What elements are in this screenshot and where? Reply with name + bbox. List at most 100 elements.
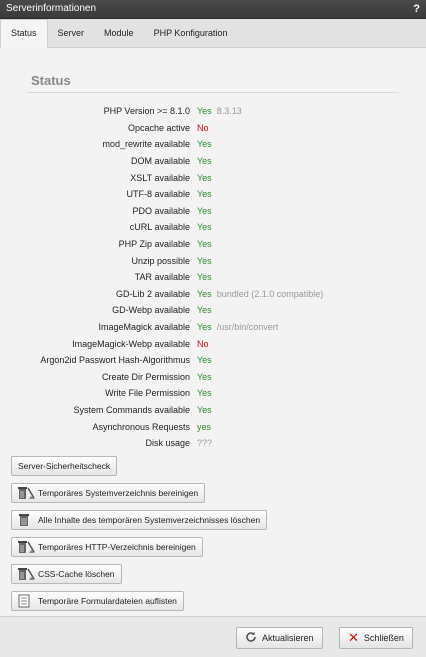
status-value: No bbox=[197, 122, 209, 133]
help-icon[interactable]: ? bbox=[413, 0, 420, 18]
status-panel: Status PHP Version >= 8.1.0 Yes 8.3.13 Opca… bbox=[0, 73, 426, 635]
trash-icon bbox=[18, 513, 34, 527]
status-row: GD-Webp available Yes bbox=[0, 302, 426, 319]
status-label: GD-Webp available bbox=[112, 305, 190, 316]
status-label: TAR available bbox=[134, 272, 190, 283]
status-label: UTF-8 available bbox=[126, 189, 190, 200]
status-label: System Commands available bbox=[73, 404, 190, 415]
status-row: ImageMagick-Webp available No bbox=[0, 335, 426, 352]
status-label: mod_rewrite available bbox=[102, 139, 190, 150]
status-value: Yes bbox=[197, 355, 212, 366]
status-value: Yes bbox=[197, 106, 212, 117]
status-value: ??? bbox=[197, 438, 213, 449]
status-value: Yes bbox=[197, 156, 212, 167]
status-extra: bundled (2.1.0 compatible) bbox=[216, 288, 324, 299]
trash-broom-icon bbox=[18, 540, 35, 554]
status-label: DOM available bbox=[130, 156, 190, 167]
status-value: Yes bbox=[197, 239, 212, 250]
section-title: Status bbox=[27, 73, 399, 93]
tab-php-konfiguration[interactable]: PHP Konfiguration bbox=[144, 20, 238, 47]
status-row: XSLT available Yes bbox=[0, 169, 426, 186]
button-label: Temporäres Systemverzeichnis bereinigen bbox=[38, 488, 199, 499]
status-row: System Commands available Yes bbox=[0, 402, 426, 419]
status-label: GD-Lib 2 available bbox=[115, 288, 190, 299]
status-label: Write File Permission bbox=[105, 388, 190, 399]
status-value: Yes bbox=[197, 371, 212, 382]
status-row: PHP Version >= 8.1.0 Yes 8.3.13 bbox=[0, 103, 426, 120]
status-label: Argon2id Passwort Hash-Algorithmus bbox=[40, 355, 190, 366]
button-label: Alle Inhalte des temporären Systemverzei… bbox=[38, 515, 261, 526]
button-label: Temporäres HTTP-Verzeichnis bereinigen bbox=[38, 542, 196, 553]
tab-server[interactable]: Server bbox=[48, 20, 95, 47]
status-row: DOM available Yes bbox=[0, 153, 426, 170]
status-value: Yes bbox=[197, 172, 212, 183]
clean-temp-system-button[interactable]: Temporäres Systemverzeichnis bereinigen bbox=[11, 483, 206, 504]
tab-module[interactable]: Module bbox=[94, 20, 144, 47]
clean-temp-http-button[interactable]: Temporäres HTTP-Verzeichnis bereinigen bbox=[11, 537, 203, 558]
status-value: Yes bbox=[197, 305, 212, 316]
status-label: PDO available bbox=[132, 205, 190, 216]
status-label: XSLT available bbox=[130, 172, 190, 183]
status-row: Create Dir Permission Yes bbox=[0, 369, 426, 386]
close-icon: ✕ bbox=[348, 630, 359, 645]
status-extra: 8.3.13 bbox=[216, 106, 242, 117]
status-label: Asynchronous Requests bbox=[92, 421, 190, 432]
tab-status[interactable]: Status bbox=[0, 19, 48, 48]
status-value: Yes bbox=[197, 388, 212, 399]
status-label: ImageMagick available bbox=[98, 322, 190, 333]
button-label: Temporäre Formulardateien auflisten bbox=[38, 596, 177, 607]
list-temp-form-files-button[interactable]: Temporäre Formulardateien auflisten bbox=[11, 591, 184, 612]
status-label: Opcache active bbox=[127, 122, 190, 133]
document-list-icon bbox=[18, 594, 34, 608]
status-label: Disk usage bbox=[145, 438, 190, 449]
status-value: Yes bbox=[197, 255, 212, 266]
status-row: Write File Permission Yes bbox=[0, 385, 426, 402]
clear-css-cache-button[interactable]: CSS-Cache löschen bbox=[11, 564, 122, 585]
security-check-button[interactable]: Server-Sicherheitscheck bbox=[11, 456, 118, 477]
status-value: No bbox=[197, 338, 209, 349]
titlebar: Serverinformationen ? bbox=[0, 0, 426, 19]
close-label: Schließen bbox=[363, 633, 404, 643]
status-row: PHP Zip available Yes bbox=[0, 236, 426, 253]
refresh-button[interactable]: Aktualisieren bbox=[236, 627, 323, 649]
status-value: Yes bbox=[197, 205, 212, 216]
status-value: Yes bbox=[197, 139, 212, 150]
trash-broom-icon bbox=[18, 567, 35, 581]
trash-broom-icon bbox=[18, 486, 35, 500]
status-value: Yes bbox=[197, 272, 212, 283]
status-label: cURL available bbox=[129, 222, 190, 233]
status-value: yes bbox=[197, 421, 212, 432]
status-value: Yes bbox=[197, 288, 212, 299]
status-value: Yes bbox=[197, 189, 212, 200]
button-label: Server-Sicherheitscheck bbox=[18, 461, 111, 472]
status-row: TAR available Yes bbox=[0, 269, 426, 286]
window-title: Serverinformationen bbox=[6, 3, 97, 14]
status-row: Asynchronous Requests yes bbox=[0, 418, 426, 435]
footer-bar: Aktualisieren ✕ Schließen bbox=[0, 616, 426, 657]
status-row: mod_rewrite available Yes bbox=[0, 136, 426, 153]
action-buttons: Server-Sicherheitscheck Temporäres System… bbox=[0, 456, 426, 618]
status-extra: /usr/bin/convert bbox=[216, 322, 279, 333]
status-label: Create Dir Permission bbox=[101, 371, 190, 382]
status-label: PHP Version >= 8.1.0 bbox=[103, 106, 190, 117]
status-row: Disk usage??? bbox=[0, 435, 426, 452]
server-info-window: Serverinformationen ? Status Server Modu… bbox=[0, 0, 426, 657]
status-row: ImageMagick available Yes/usr/bin/convert bbox=[0, 319, 426, 336]
status-label: PHP Zip available bbox=[118, 239, 190, 250]
tab-bar: Status Server Module PHP Konfiguration bbox=[0, 19, 426, 48]
status-row: cURL available Yes bbox=[0, 219, 426, 236]
close-button[interactable]: ✕ Schließen bbox=[339, 627, 413, 649]
delete-temp-system-contents-button[interactable]: Alle Inhalte des temporären Systemverzei… bbox=[11, 510, 268, 531]
status-value: Yes bbox=[197, 222, 212, 233]
status-row: Unzip possible Yes bbox=[0, 252, 426, 269]
status-row: Opcache active No bbox=[0, 120, 426, 137]
status-row: GD-Lib 2 available Yes bundled (2.1.0 comp… bbox=[0, 286, 426, 303]
status-row: UTF-8 available Yes bbox=[0, 186, 426, 203]
status-label: Unzip possible bbox=[131, 255, 190, 266]
status-value: Yes bbox=[197, 404, 212, 415]
button-label: CSS-Cache löschen bbox=[38, 569, 115, 580]
status-list: PHP Version >= 8.1.0 Yes 8.3.13 Opcache act… bbox=[0, 103, 426, 451]
refresh-label: Aktualisieren bbox=[262, 633, 314, 643]
status-row: PDO available Yes bbox=[0, 203, 426, 220]
refresh-icon bbox=[245, 631, 257, 646]
